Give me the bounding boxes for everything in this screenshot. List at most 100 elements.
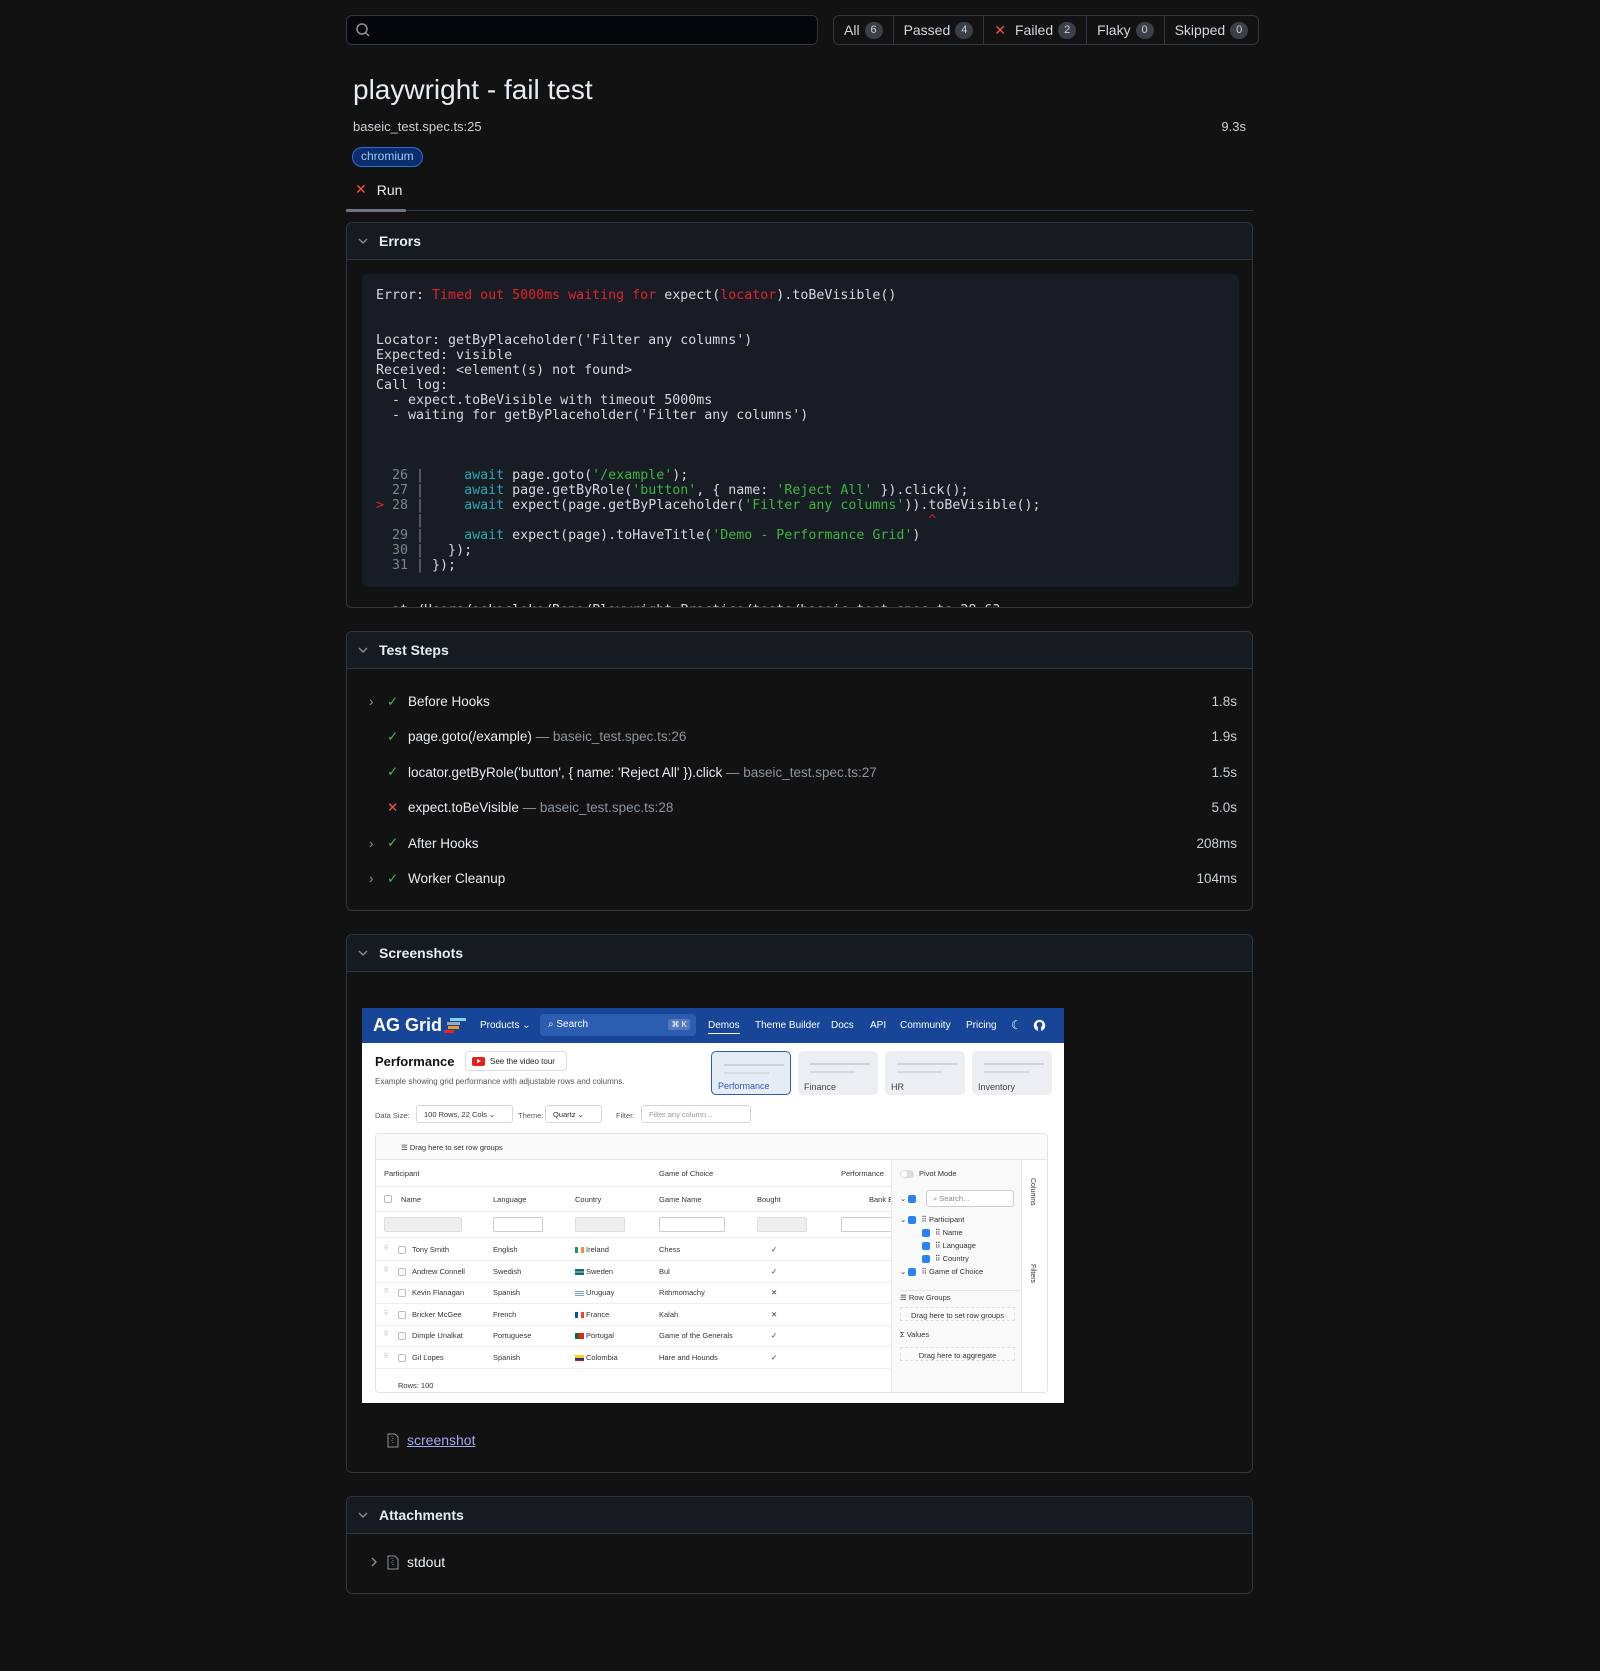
cell-language: French <box>493 1309 517 1319</box>
test-steps-header[interactable]: Test Steps <box>347 632 1252 669</box>
theme-select: Quartz ⌄ <box>545 1105 602 1123</box>
select-all-columns: ⌄ <box>900 1194 921 1204</box>
filter-passed[interactable]: Passed 4 <box>892 16 984 44</box>
row-checkbox <box>398 1267 406 1276</box>
cell-country: Ireland <box>575 1245 609 1254</box>
section-title: Attachments <box>379 1507 464 1523</box>
cell-name: Kevin Flanagan <box>412 1288 465 1297</box>
count-badge: 2 <box>1058 21 1077 39</box>
attachment-stdout[interactable]: stdout <box>369 1554 445 1570</box>
drag-handle-icon: ⠿ <box>384 1332 389 1338</box>
status-filter-tabs: All 6 Passed 4 ✕ Failed 2 Flaky 0 Skipped 0 <box>833 15 1260 45</box>
row-divider <box>376 1346 891 1347</box>
flag-icon <box>575 1290 584 1297</box>
search-box[interactable] <box>346 15 818 45</box>
cell-language: Portuguese <box>493 1331 532 1340</box>
cell-country: Sweden <box>575 1267 613 1276</box>
search-placeholder: Search... <box>939 1194 970 1203</box>
column-filter <box>659 1217 725 1232</box>
filter-all[interactable]: All 6 <box>834 16 893 44</box>
check-icon: ✓ <box>387 764 399 780</box>
chevron-down-icon <box>358 1512 368 1518</box>
flag-icon <box>575 1333 584 1340</box>
error-line: Error: Timed out 5000ms waiting for expe… <box>376 288 1225 303</box>
cell-name: Andrew Connell <box>412 1266 465 1276</box>
code-line: 27 | await page.getByRole('button', { na… <box>392 483 969 498</box>
chevron-down-icon <box>358 238 368 244</box>
count-badge: 6 <box>864 21 883 39</box>
drag-handle-icon: ⠿ <box>384 1289 389 1295</box>
count-badge: 0 <box>1135 21 1154 39</box>
nav-theme-builder: Theme Builder <box>755 1020 821 1031</box>
column-tree-item: ⌄ ⠿ Participant <box>900 1215 965 1225</box>
screenshot-image[interactable]: AG Grid Products ⌄ ⌕ Search ⌘ K Demos The… <box>362 1008 1064 1403</box>
filter-flaky[interactable]: Flaky 0 <box>1086 16 1163 44</box>
row-checkbox <box>398 1332 406 1340</box>
error-detail: Locator: getByPlaceholder('Filter any co… <box>376 333 753 348</box>
cell-country: Colombia <box>575 1353 618 1362</box>
step-duration: 104ms <box>1196 871 1237 886</box>
filter-skipped[interactable]: Skipped 0 <box>1163 16 1259 44</box>
test-title: playwright - fail test <box>353 74 593 105</box>
screenshots-header[interactable]: Screenshots <box>347 935 1252 972</box>
ag-grid-logo: AG Grid <box>373 1015 443 1035</box>
section-title: Test Steps <box>379 642 449 658</box>
tab-divider <box>346 210 1253 211</box>
thumb-label: Performance <box>718 1081 770 1091</box>
cell-game: Chess <box>659 1245 681 1254</box>
chevron-right-icon: › <box>369 835 374 851</box>
panel-title: Values <box>906 1330 930 1339</box>
toggle-label: Pivot Mode <box>919 1169 957 1178</box>
row-checkbox <box>398 1310 406 1319</box>
error-prefix: Error: <box>376 288 433 303</box>
nav-demos: Demos <box>708 1020 740 1034</box>
test-step[interactable]: › ✓ Before Hooks 1.8s <box>347 684 1252 719</box>
x-icon: ✕ <box>994 21 1006 38</box>
test-step[interactable]: ✓ locator.getByRole('button', { name: 'Re… <box>347 755 1252 790</box>
cell-language: Swedish <box>493 1266 522 1276</box>
attachment-label: stdout <box>407 1554 446 1570</box>
column-tree-item: ⠿ Country <box>922 1254 969 1264</box>
row-checkbox <box>398 1246 406 1254</box>
tab-run[interactable]: ✕ Run <box>355 181 402 198</box>
step-title: expect.toBeVisible — baseic_test.spec.ts… <box>408 800 674 816</box>
test-step[interactable]: › ✓ Worker Cleanup 104ms <box>347 861 1252 896</box>
column-header: Bought <box>757 1195 781 1204</box>
select-value: 100 Rows, 22 Cols <box>424 1110 487 1119</box>
cell-name: Tony Smith <box>412 1245 450 1254</box>
column-filter <box>757 1217 807 1232</box>
cell-country: France <box>575 1310 609 1319</box>
search-input[interactable] <box>377 19 807 41</box>
active-tab-indicator <box>346 209 406 212</box>
cell-country: Uruguay <box>575 1288 614 1297</box>
side-bar-tabs: Columns Filters <box>1021 1160 1047 1392</box>
attachments-header[interactable]: Attachments <box>347 1497 1252 1534</box>
columns-tool-panel: Pivot Mode ⌄ ⌕ Search... ⌄ ⠿ Participant… <box>891 1160 1022 1392</box>
test-step[interactable]: ✓ page.goto(/example) — baseic_test.spec.… <box>347 719 1252 754</box>
errors-header[interactable]: Errors <box>347 223 1252 260</box>
test-step[interactable]: › ✓ After Hooks 208ms <box>347 826 1252 861</box>
error-detail: - waiting for getByPlaceholder('Filter a… <box>376 408 809 423</box>
filter-failed[interactable]: ✕ Failed 2 <box>983 16 1086 44</box>
column-tree-item: ⠿ Name <box>922 1228 963 1238</box>
column-header: Game Name <box>659 1195 702 1204</box>
section-title: Errors <box>379 233 422 249</box>
demo-thumb-inventory: Inventory <box>972 1051 1052 1095</box>
column-header: Bank B <box>869 1195 894 1204</box>
file-zip-icon <box>387 1555 399 1569</box>
cell-bought: ✓ <box>771 1266 778 1276</box>
test-location: baseic_test.spec.ts:25 <box>353 119 482 134</box>
column-filter <box>493 1217 543 1232</box>
screenshot-link[interactable]: screenshot <box>407 1432 475 1448</box>
video-tour-label: See the video tour <box>490 1057 555 1066</box>
test-step[interactable]: ✕ expect.toBeVisible — baseic_test.spec.t… <box>347 790 1252 825</box>
check-icon: ✓ <box>387 870 399 886</box>
nav-docs: Docs <box>831 1020 854 1031</box>
theme-label: Theme: <box>518 1111 544 1120</box>
chevron-down-icon <box>358 950 368 956</box>
nav-api: API <box>870 1020 887 1031</box>
project-badge[interactable]: chromium <box>352 147 423 167</box>
tree-label: Name <box>942 1228 963 1237</box>
search-icon <box>356 23 370 37</box>
attachments-section: Attachments stdout <box>346 1496 1253 1594</box>
